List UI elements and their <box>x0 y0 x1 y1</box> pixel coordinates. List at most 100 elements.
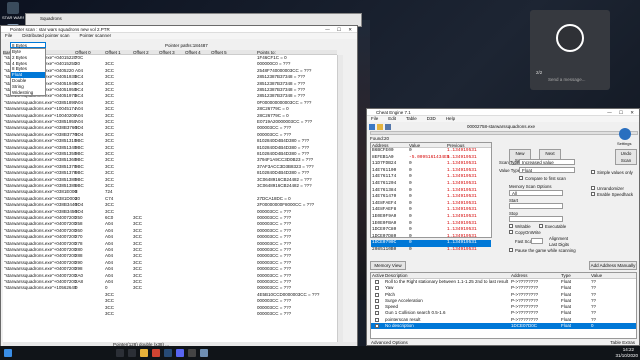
active-checkbox[interactable] <box>375 280 379 284</box>
result-value: 0 <box>409 148 412 153</box>
pointer-scan-list[interactable]: "starwarssquadrons.exe"+0401522070C1F46C… <box>3 55 337 342</box>
add-address-button[interactable]: Add Address Manually <box>589 261 637 270</box>
unrandomizer-label: Unrandomizer <box>597 186 624 191</box>
pause-game-checkbox[interactable] <box>509 248 513 252</box>
active-checkbox[interactable] <box>375 298 379 303</box>
active-checkbox[interactable] <box>375 317 379 322</box>
ce-menu-item[interactable]: Help <box>446 116 455 121</box>
result-value: 0 <box>409 207 412 213</box>
scan-type-select[interactable]: Increased value <box>519 159 575 165</box>
clock-time[interactable]: 14:22 <box>623 347 634 352</box>
address-type: Float <box>561 323 572 329</box>
result-row[interactable]: 1DCE0790C 0 1.134919531 <box>371 240 491 247</box>
executable-checkbox[interactable] <box>539 224 543 228</box>
discord-popup[interactable]: 2/2 Send a message... <box>530 10 610 90</box>
result-value: 0 <box>409 246 412 252</box>
ps-menu-item[interactable]: Distributed pointer scan <box>22 33 69 38</box>
stop-input[interactable] <box>509 216 563 222</box>
speedhack-checkbox[interactable] <box>591 192 595 196</box>
discord-message-input[interactable]: Send a message... <box>548 77 586 82</box>
pointer-count: Pointer paths:184487 <box>165 43 208 48</box>
ce-menu-item[interactable]: D3D <box>427 116 436 121</box>
ps-menu-item[interactable]: Pointer scanner <box>80 33 112 38</box>
result-row[interactable]: 1DCE07C80 0 1.134919531 <box>371 227 491 234</box>
result-value: 0 <box>409 240 412 246</box>
discord-icon[interactable] <box>176 349 184 357</box>
desktop-icon-label: STAR WARS™ Squadrons <box>2 15 24 20</box>
simple-values-checkbox[interactable] <box>591 170 595 174</box>
active-checkbox[interactable] <box>375 286 379 291</box>
discord-count: 2/2 <box>536 70 543 75</box>
ce-titlebar[interactable]: Cheat Engine 7.1 — ☐ ✕ <box>367 109 639 116</box>
result-address: 11D7FDB24 <box>372 161 397 167</box>
task-view-icon[interactable] <box>128 349 136 357</box>
save-icon[interactable] <box>385 124 391 130</box>
start-input[interactable] <box>509 203 563 209</box>
chrome-icon[interactable] <box>152 349 160 357</box>
cheat-engine-icon[interactable] <box>200 349 208 357</box>
ce-menu-item[interactable]: Table <box>406 116 417 121</box>
table-extras[interactable]: Table Extras <box>610 340 635 345</box>
discord-avatar-icon <box>556 24 584 52</box>
pointer-scan-window[interactable]: Pointer scan : star wars squadrons new v… <box>0 25 358 349</box>
address-table[interactable]: Active Description Address Type Value Roll t… <box>370 272 637 339</box>
result-value: 0 <box>409 174 412 180</box>
result-row[interactable]: 14E761204 0 1.134919531 <box>371 181 491 188</box>
copyonwrite-checkbox[interactable] <box>509 230 513 234</box>
settings-label: Settings <box>617 141 632 146</box>
settings-gear-icon[interactable] <box>619 128 631 140</box>
pointer-scan-scrollbar[interactable] <box>337 55 343 342</box>
pointer-scan-titlebar[interactable]: Pointer scan : star wars squadrons new v… <box>1 26 357 33</box>
scan-options-panel: New Scan Next Scan Undo Scan Scan Type I… <box>495 136 637 262</box>
ce-menu-item[interactable]: File <box>371 116 378 121</box>
result-row[interactable]: 1E0E0F9A0 0 1.134919531 <box>371 214 491 221</box>
result-address: 2085110B0 <box>372 246 397 252</box>
result-value: 0 <box>409 213 412 219</box>
result-address: B6BCFE00 <box>372 148 394 153</box>
compare-first-checkbox[interactable] <box>519 176 523 180</box>
value-type-label: Value Type <box>499 168 521 173</box>
type-option[interactable]: Widestring <box>11 90 45 96</box>
explorer-icon[interactable] <box>140 349 148 357</box>
ps-menu-item[interactable]: File <box>5 33 12 38</box>
active-checkbox[interactable] <box>375 292 379 297</box>
search-icon[interactable] <box>116 349 124 357</box>
result-previous: 1.134919531 <box>447 207 477 213</box>
result-row[interactable]: 14E8FAEF8 0 1.134919531 <box>371 207 491 214</box>
active-checkbox[interactable] <box>375 305 379 310</box>
type-dropdown-list[interactable]: Byte 2 Bytes 4 Bytes 8 Bytes Float Double Stri… <box>10 48 46 96</box>
active-checkbox[interactable] <box>375 324 379 329</box>
steam-icon[interactable] <box>164 349 172 357</box>
result-row[interactable]: 2085110B0 0 1.134919531 <box>371 247 491 254</box>
cheat-engine-window[interactable]: Cheat Engine 7.1 — ☐ ✕ File Edit Table D3D H… <box>366 108 640 346</box>
ps-row[interactable]: 3CC 000003CC = ??? <box>3 311 337 317</box>
clock-date[interactable]: 31/10/2020 <box>615 353 638 358</box>
memory-view-button[interactable]: Memory View <box>370 261 406 270</box>
result-row[interactable]: 14E761470 0 1.134919531 <box>371 194 491 201</box>
desktop-app-icon <box>7 2 19 14</box>
found-count: Found:20 <box>370 136 390 141</box>
undo-scan-button[interactable]: Undo Scan <box>615 149 637 165</box>
value-type-select[interactable]: Float <box>519 167 575 173</box>
start-icon[interactable] <box>4 349 12 357</box>
result-row[interactable]: 11D7FDB24 0 1.134919531 <box>371 161 491 168</box>
obs-icon[interactable] <box>188 349 196 357</box>
mem-region-select[interactable]: All <box>509 190 563 196</box>
process-label[interactable]: 00002758-starwarssquadrons.exe <box>467 124 535 129</box>
unrandomizer-checkbox[interactable] <box>591 186 595 190</box>
open-file-icon[interactable] <box>377 124 383 130</box>
advanced-options[interactable]: Advanced Options <box>371 340 408 345</box>
address-row[interactable]: No description 1DCE07D0C Float 0 <box>371 323 636 330</box>
desktop-icon[interactable]: STAR WARS™ Squadrons <box>2 2 24 20</box>
writable-checkbox[interactable] <box>509 224 513 228</box>
result-value: -5.0095161434E0 <box>409 154 450 160</box>
address-current: 0 <box>591 323 594 329</box>
results-list[interactable]: Address Value Previous B6BCFE00 0 1.13491953… <box>370 142 492 252</box>
open-process-icon[interactable] <box>369 124 375 130</box>
result-row[interactable]: B6BCFE00 0 1.134919531 <box>371 148 491 155</box>
fast-scan-input[interactable] <box>531 238 543 244</box>
ce-menu-item[interactable]: Edit <box>388 116 396 121</box>
ps-points-to: 000003CC = ??? <box>257 311 292 316</box>
result-row[interactable]: 14E761174 0 1.134919531 <box>371 174 491 181</box>
active-checkbox[interactable] <box>375 311 379 316</box>
